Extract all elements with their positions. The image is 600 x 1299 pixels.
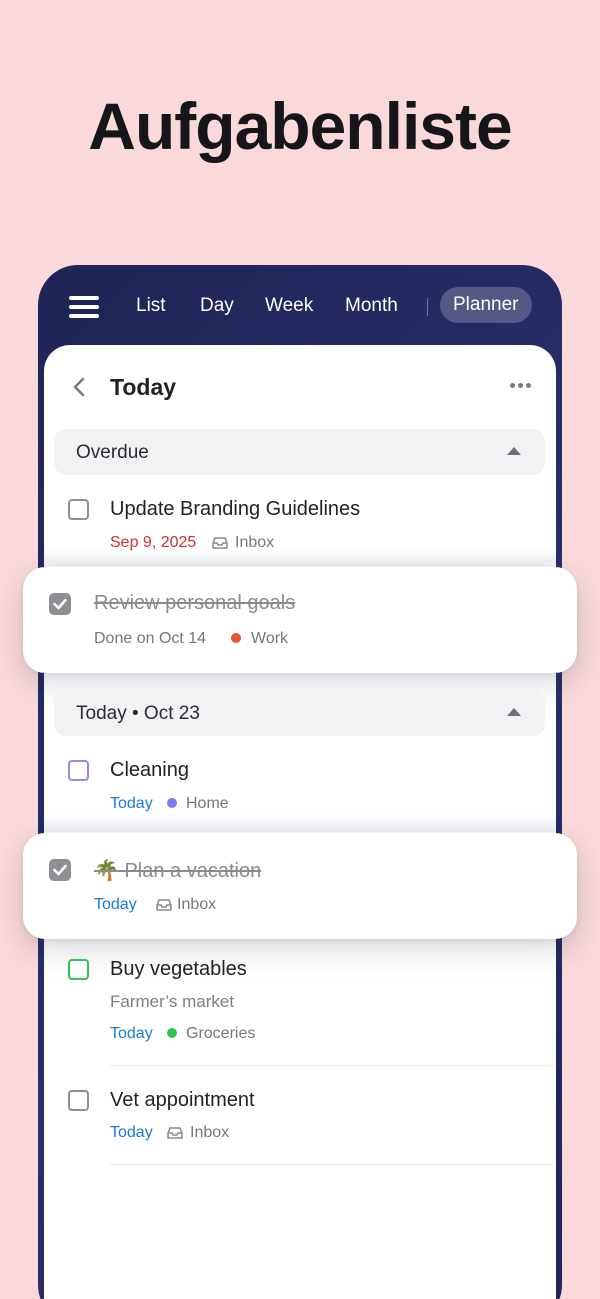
task-title[interactable]: Update Branding Guidelines — [110, 498, 360, 521]
task-due-date: Today — [110, 795, 153, 812]
row-shadow — [44, 550, 556, 566]
checked-checkbox[interactable] — [49, 859, 71, 881]
task-title[interactable]: Review personal goals — [94, 592, 295, 615]
ellipsis-icon[interactable] — [510, 383, 534, 389]
collapse-caret-icon[interactable] — [507, 447, 521, 455]
section-label: Today • Oct 23 — [76, 703, 200, 724]
tab-week[interactable]: Week — [265, 295, 313, 317]
task-list-name: Home — [186, 795, 229, 812]
section-header-overdue[interactable]: Overdue — [54, 429, 545, 475]
row-shadow — [44, 816, 556, 832]
task-card-completed[interactable]: Review personal goals Done on Oct 14 Wor… — [23, 567, 577, 673]
top-navigation: List Day Week Month Planner — [38, 287, 562, 327]
task-note: Farmer’s market — [110, 992, 235, 1011]
task-checkbox[interactable] — [68, 499, 89, 520]
nav-divider — [427, 298, 428, 316]
task-due-date: Today — [110, 1124, 153, 1141]
list-color-dot — [231, 633, 241, 643]
checkmark-icon — [53, 598, 67, 610]
task-title[interactable]: Buy vegetables — [110, 958, 247, 981]
inbox-icon — [156, 899, 172, 911]
tab-month[interactable]: Month — [345, 295, 398, 317]
checked-checkbox[interactable] — [49, 593, 71, 615]
list-color-dot — [167, 1028, 177, 1038]
task-checkbox[interactable] — [68, 760, 89, 781]
task-card-completed[interactable]: 🌴 Plan a vacation Today Inbox — [23, 833, 577, 939]
hamburger-menu-icon[interactable] — [69, 296, 99, 318]
task-title[interactable]: 🌴 Plan a vacation — [94, 858, 261, 883]
page-title: Today — [110, 374, 177, 400]
task-list-name: Inbox — [177, 896, 217, 913]
task-list-name: Groceries — [186, 1025, 256, 1042]
tab-list[interactable]: List — [136, 295, 166, 317]
task-title[interactable]: Vet appointment — [110, 1089, 255, 1112]
tab-planner[interactable]: Planner — [440, 287, 532, 323]
section-header-today[interactable]: Today • Oct 23 — [54, 690, 545, 736]
task-checkbox[interactable] — [68, 1090, 89, 1111]
task-due-date: Today — [110, 1025, 153, 1042]
row-separator — [110, 1065, 555, 1066]
checkmark-icon — [53, 864, 67, 876]
task-due-date: Today — [94, 896, 137, 913]
row-separator — [110, 1164, 555, 1165]
task-done-date: Done on Oct 14 — [94, 630, 207, 647]
task-list-name: Inbox — [190, 1124, 230, 1141]
inbox-icon — [212, 537, 228, 549]
tab-day[interactable]: Day — [200, 295, 234, 317]
hero-title: Aufgabenliste — [88, 89, 512, 163]
chevron-left-icon[interactable] — [70, 376, 90, 398]
list-color-dot — [167, 798, 177, 808]
section-label: Overdue — [76, 442, 149, 463]
task-title[interactable]: Cleaning — [110, 759, 189, 782]
inbox-icon — [167, 1127, 183, 1139]
task-checkbox[interactable] — [68, 959, 89, 980]
task-list-name: Work — [251, 630, 289, 647]
collapse-caret-icon[interactable] — [507, 708, 521, 716]
